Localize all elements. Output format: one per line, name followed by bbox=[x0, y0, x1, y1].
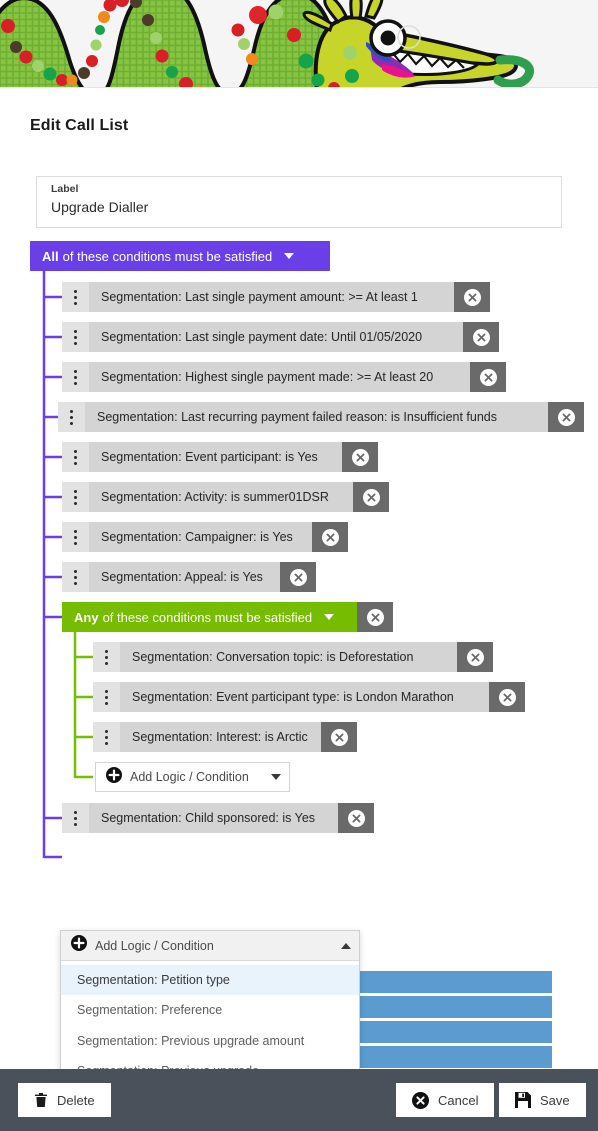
condition-row[interactable]: Segmentation: Highest single payment mad… bbox=[62, 362, 506, 392]
condition-row[interactable]: Segmentation: Activity: is summer01DSR bbox=[62, 482, 389, 512]
remove-condition-button[interactable] bbox=[321, 722, 357, 752]
bar-chart: 1 bbox=[356, 968, 562, 1069]
remove-condition-button[interactable] bbox=[548, 402, 584, 432]
drag-handle-icon[interactable] bbox=[62, 442, 89, 472]
condition-label: Segmentation: Last recurring payment fai… bbox=[85, 402, 548, 432]
drag-handle-icon[interactable] bbox=[62, 282, 89, 312]
plus-circle-icon bbox=[106, 766, 122, 788]
nested-group-operator: Any bbox=[74, 609, 99, 625]
remove-condition-button[interactable] bbox=[338, 803, 374, 833]
chart-bar bbox=[356, 1046, 552, 1068]
dropdown-option[interactable]: Segmentation: Previous upgrade amount cu… bbox=[61, 1056, 311, 1069]
condition-row[interactable]: Segmentation: Last single payment date: … bbox=[62, 322, 499, 352]
banner-illustration bbox=[0, 0, 598, 88]
label-field[interactable]: Label bbox=[36, 176, 562, 228]
dropdown-option[interactable]: Segmentation: Previous upgrade amount bbox=[61, 1026, 359, 1056]
chevron-down-icon bbox=[284, 253, 295, 259]
remove-nested-group-button[interactable] bbox=[357, 602, 393, 632]
drag-handle-icon[interactable] bbox=[93, 722, 120, 752]
condition-row[interactable]: Segmentation: Last single payment amount… bbox=[62, 282, 490, 312]
cancel-button-label: Cancel bbox=[438, 1092, 479, 1108]
add-logic-condition-dropdown[interactable]: Add Logic / Condition Segmentation: Peti… bbox=[60, 930, 360, 1069]
remove-condition-button[interactable] bbox=[463, 322, 499, 352]
chart-bar bbox=[356, 996, 552, 1018]
remove-condition-button[interactable] bbox=[280, 562, 316, 592]
label-input[interactable] bbox=[51, 199, 541, 215]
drag-handle-icon[interactable] bbox=[62, 803, 89, 833]
page-content: Edit Call List Label All of these condit bbox=[0, 88, 598, 1069]
remove-condition-button[interactable] bbox=[312, 522, 348, 552]
page-title: Edit Call List bbox=[30, 117, 129, 134]
condition-row[interactable]: Segmentation: Event participant type: is… bbox=[93, 682, 525, 712]
add-logic-condition-select-header[interactable]: Add Logic / Condition bbox=[61, 931, 359, 961]
root-group-operator-select[interactable]: All of these conditions must be satisfie… bbox=[30, 241, 330, 271]
chart-bar bbox=[356, 1021, 552, 1043]
delete-button[interactable]: Delete bbox=[18, 1083, 111, 1117]
chevron-down-icon bbox=[324, 614, 335, 620]
condition-label: Segmentation: Last single payment date: … bbox=[89, 322, 463, 352]
condition-label: Segmentation: Event participant: is Yes bbox=[89, 442, 342, 472]
condition-label: Segmentation: Child sponsored: is Yes bbox=[89, 803, 338, 833]
add-logic-condition-label: Add Logic / Condition bbox=[95, 938, 214, 953]
dropdown-option[interactable]: Segmentation: Petition type bbox=[61, 965, 359, 996]
condition-row[interactable]: Segmentation: Campaigner: is Yes bbox=[62, 522, 348, 552]
drag-handle-icon[interactable] bbox=[62, 362, 89, 392]
remove-condition-button[interactable] bbox=[457, 642, 493, 672]
label-field-caption: Label bbox=[51, 183, 79, 195]
remove-condition-button[interactable] bbox=[342, 442, 378, 472]
dropdown-option-list: Segmentation: Petition type Segmentation… bbox=[61, 961, 359, 1069]
condition-label: Segmentation: Activity: is summer01DSR bbox=[89, 482, 353, 512]
condition-row[interactable]: Segmentation: Last recurring payment fai… bbox=[58, 402, 584, 432]
condition-label: Segmentation: Highest single payment mad… bbox=[89, 362, 470, 392]
chevron-up-icon bbox=[341, 942, 351, 949]
save-disk-icon bbox=[515, 1092, 531, 1108]
remove-condition-button[interactable] bbox=[353, 482, 389, 512]
nested-group-suffix: of these conditions must be satisfied bbox=[102, 609, 313, 625]
drag-handle-icon[interactable] bbox=[62, 322, 89, 352]
root-group-suffix: of these conditions must be satisfied bbox=[62, 248, 273, 264]
drag-handle-icon[interactable] bbox=[58, 402, 85, 432]
nested-add-logic-condition-select[interactable]: Add Logic / Condition bbox=[95, 762, 290, 792]
drag-handle-icon[interactable] bbox=[93, 682, 120, 712]
condition-row[interactable]: Segmentation: Conversation topic: is Def… bbox=[93, 642, 493, 672]
condition-label: Segmentation: Conversation topic: is Def… bbox=[120, 642, 457, 672]
drag-handle-icon[interactable] bbox=[62, 522, 89, 552]
remove-condition-button[interactable] bbox=[470, 362, 506, 392]
remove-condition-button[interactable] bbox=[489, 682, 525, 712]
remove-condition-button[interactable] bbox=[454, 282, 490, 312]
plus-circle-icon bbox=[71, 935, 87, 956]
nested-group-operator-select[interactable]: Any of these conditions must be satisfie… bbox=[62, 602, 357, 632]
condition-row[interactable]: Segmentation: Event participant: is Yes bbox=[62, 442, 378, 472]
condition-label: Segmentation: Last single payment amount… bbox=[89, 282, 454, 312]
condition-row[interactable]: Segmentation: Interest: is Arctic bbox=[93, 722, 357, 752]
save-button[interactable]: Save bbox=[499, 1083, 586, 1117]
footer-action-bar: Delete Cancel Save bbox=[0, 1069, 598, 1131]
condition-row[interactable]: Segmentation: Appeal: is Yes bbox=[62, 562, 316, 592]
condition-label: Segmentation: Interest: is Arctic bbox=[120, 722, 321, 752]
save-button-label: Save bbox=[540, 1092, 570, 1108]
nested-add-logic-condition-label: Add Logic / Condition bbox=[130, 770, 249, 784]
drag-handle-icon[interactable] bbox=[93, 642, 120, 672]
condition-label: Segmentation: Event participant type: is… bbox=[120, 682, 489, 712]
condition-label: Segmentation: Appeal: is Yes bbox=[89, 562, 280, 592]
condition-label: Segmentation: Campaigner: is Yes bbox=[89, 522, 312, 552]
chart-bar bbox=[356, 971, 552, 993]
close-circle-icon bbox=[412, 1091, 429, 1109]
delete-button-label: Delete bbox=[57, 1092, 95, 1108]
root-group-operator: All bbox=[42, 248, 59, 264]
drag-handle-icon[interactable] bbox=[62, 562, 89, 592]
drag-handle-icon[interactable] bbox=[62, 482, 89, 512]
chevron-down-icon bbox=[271, 774, 281, 780]
trash-icon bbox=[34, 1092, 48, 1108]
cancel-button[interactable]: Cancel bbox=[396, 1083, 495, 1117]
dropdown-option[interactable]: Segmentation: Preference bbox=[61, 995, 359, 1025]
condition-row[interactable]: Segmentation: Child sponsored: is Yes bbox=[62, 803, 374, 833]
